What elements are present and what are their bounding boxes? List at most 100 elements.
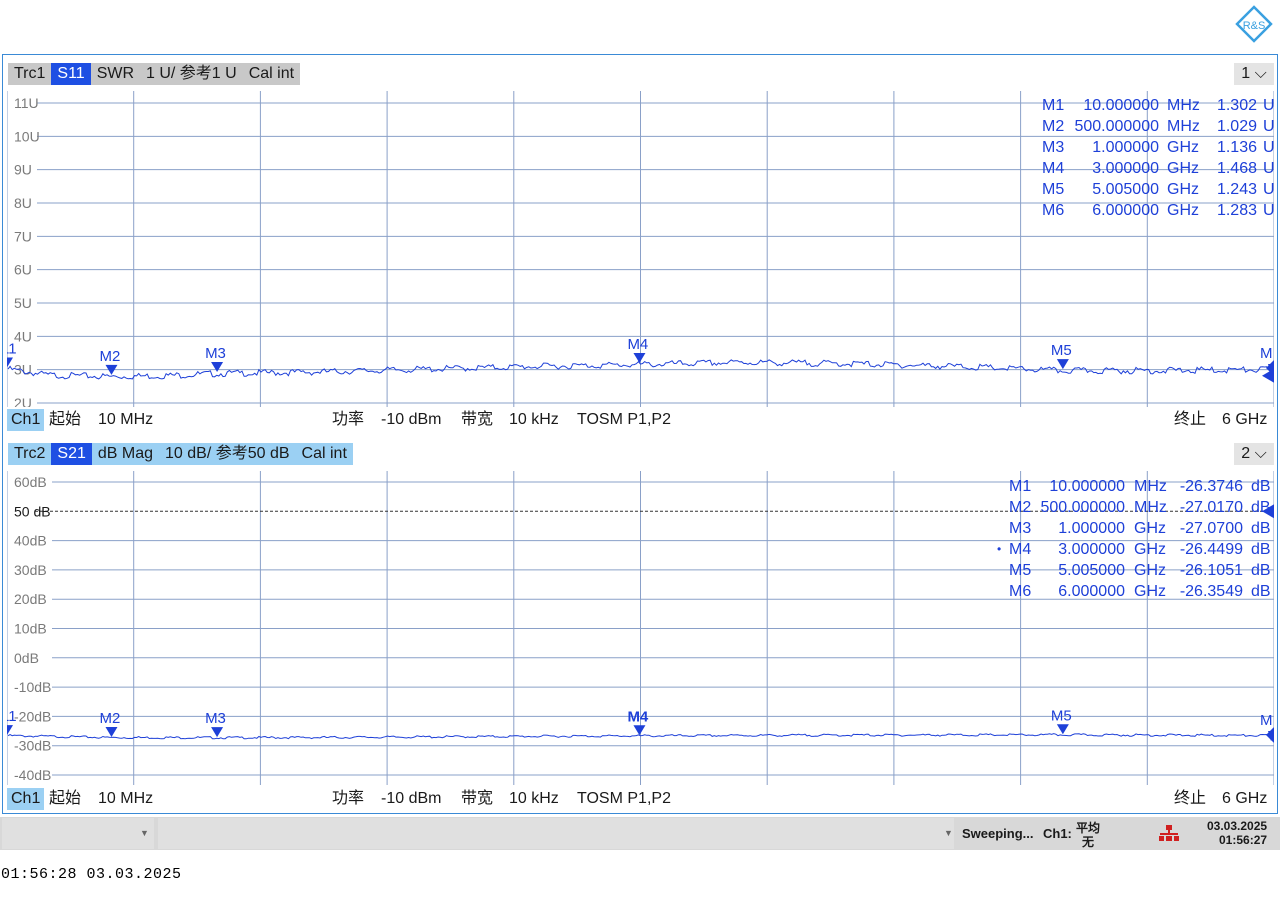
marker-label: 11	[7, 708, 17, 725]
channel-label[interactable]: Ch1	[7, 788, 45, 810]
start-label: 起始	[49, 790, 82, 807]
trace1-measurement[interactable]: S11	[51, 63, 91, 85]
power-label: 功率	[332, 411, 365, 428]
marker-row-m1[interactable]: M1 10.000000 MHz 1.302 U	[1036, 95, 1275, 116]
status-channel: Ch1:	[1043, 826, 1072, 841]
marker-value: 1.136	[1216, 139, 1257, 156]
status-field-1[interactable]: ▼	[2, 818, 154, 849]
marker-value: 1.029	[1216, 118, 1257, 135]
y-tick-label: 6U	[14, 262, 32, 278]
y-tick-label: 50 dB	[14, 503, 51, 519]
marker-vunit: dB	[1251, 562, 1271, 579]
window1-button[interactable]: 1 ⌵	[1234, 63, 1274, 85]
marker-stim: 500.000000	[1040, 499, 1125, 516]
chevron-down-icon: ⌵	[1250, 445, 1267, 462]
marker-vunit: U	[1263, 160, 1275, 177]
trace2-scale[interactable]: 10 dB/ 参考50 dB	[159, 443, 296, 465]
marker-row-m4[interactable]: M4 3.000000 GHz 1.468 U	[1036, 158, 1275, 179]
y-tick-label: 30dB	[14, 562, 47, 578]
marker-stim: 5.005000	[1058, 562, 1125, 579]
trace2-cal[interactable]: Cal int	[295, 443, 353, 465]
channel-label[interactable]: Ch1	[7, 409, 45, 431]
y-tick-label: 2U	[14, 395, 32, 407]
status-bar: ▼ ▼ Sweeping... Ch1: 平均 无 03.03.2025 01:…	[0, 817, 1280, 850]
marker-vunit: dB	[1251, 541, 1271, 558]
marker-value: 1.283	[1216, 202, 1257, 219]
trace2-info-bar[interactable]: Trc2 S21 dB Mag 10 dB/ 参考50 dB Cal int	[8, 443, 353, 465]
start-value[interactable]: 10 MHz	[98, 788, 153, 810]
trace2-measurement[interactable]: S21	[51, 443, 92, 465]
marker-vunit: U	[1263, 118, 1275, 135]
marker-label: M4	[627, 336, 648, 353]
marker-name: M6	[1009, 583, 1032, 600]
marker-row-m5[interactable]: M5 5.005000 GHz -26.1051 dB	[1003, 560, 1275, 581]
marker-value: 1.302	[1216, 97, 1257, 114]
marker-vunit: U	[1263, 202, 1275, 219]
marker-value: -27.0700	[1179, 520, 1243, 537]
marker-label: M2	[99, 348, 120, 365]
bandwidth-value[interactable]: 10 kHz	[509, 788, 559, 810]
marker-unit: MHz	[1167, 97, 1200, 114]
marker-vunit: U	[1263, 97, 1275, 114]
status-field-2[interactable]: ▼	[158, 818, 954, 849]
marker-row-m2[interactable]: M2 500.000000 MHz 1.029 U	[1036, 116, 1275, 137]
y-tick-label: -30dB	[14, 738, 51, 754]
y-tick-label: 7U	[14, 228, 32, 244]
calibration-type: TOSM P1,P2	[577, 411, 671, 428]
trace1-name[interactable]: Trc1	[8, 63, 52, 85]
marker-row-m2[interactable]: M2 500.000000 MHz -27.0170 dB	[1003, 497, 1275, 518]
stop-value[interactable]: 6 GHz	[1222, 409, 1267, 431]
channel1-info-row-1: Ch1 起始 10 MHz 功率 -10 dBm 带宽 10 kHz TOSM …	[7, 409, 1274, 431]
trace1-info-bar[interactable]: Trc1 S11 SWR 1 U/ 参考1 U Cal int	[8, 63, 301, 85]
calibration-type: TOSM P1,P2	[577, 790, 671, 807]
marker-triangle	[633, 725, 646, 736]
marker-m5: M5	[1051, 707, 1072, 735]
bandwidth-label: 带宽	[461, 790, 494, 807]
marker-m2: M2	[99, 348, 120, 375]
marker-vunit: dB	[1251, 520, 1271, 537]
trace1-marker-table: M1 10.000000 MHz 1.302 U M2 500.000000 MHz 1.029…	[1036, 95, 1275, 221]
marker-vunit: dB	[1251, 478, 1271, 495]
marker-unit: GHz	[1167, 202, 1199, 219]
marker-m2: M2	[99, 710, 120, 737]
start-value[interactable]: 10 MHz	[98, 409, 153, 431]
marker-row-m4[interactable]: M4 3.000000 GHz -26.4499 dB •	[997, 539, 1275, 560]
marker-name: M6	[1042, 202, 1065, 219]
y-tick-label: 9U	[14, 162, 32, 178]
sweep-status: Sweeping...	[962, 826, 1034, 841]
trace1-cal[interactable]: Cal int	[242, 63, 301, 85]
marker-name: M4	[1042, 160, 1065, 177]
network-icon	[1159, 825, 1179, 841]
marker-row-m1[interactable]: M1 10.000000 MHz -26.3746 dB	[1003, 476, 1275, 497]
marker-row-m3[interactable]: M3 1.000000 GHz -27.0700 dB	[1003, 518, 1275, 539]
marker-stim: 6.000000	[1058, 583, 1125, 600]
y-tick-label: 4U	[14, 328, 32, 344]
marker-value: -26.3746	[1179, 478, 1243, 495]
marker-row-m3[interactable]: M3 1.000000 GHz 1.136 U	[1036, 137, 1275, 158]
window2-button[interactable]: 2 ⌵	[1234, 443, 1274, 465]
marker-label: M5	[1051, 707, 1072, 724]
marker-unit: MHz	[1134, 478, 1167, 495]
marker-vunit: U	[1263, 139, 1275, 156]
marker-m6: M	[1260, 712, 1274, 744]
logo-text: R&S	[1243, 20, 1266, 32]
bandwidth-value[interactable]: 10 kHz	[509, 409, 559, 431]
y-tick-label: 10U	[14, 128, 40, 144]
marker-row-m5[interactable]: M5 5.005000 GHz 1.243 U	[1036, 179, 1275, 200]
y-tick-label: 11U	[14, 95, 39, 111]
power-value[interactable]: -10 dBm	[381, 409, 441, 431]
marker-unit: GHz	[1134, 583, 1166, 600]
marker-label: M5	[1051, 342, 1072, 359]
marker-stim: 1.000000	[1058, 520, 1125, 537]
marker-name: M5	[1009, 562, 1032, 579]
trace2-format[interactable]: dB Mag	[91, 443, 160, 465]
trace1-format[interactable]: SWR	[90, 63, 141, 85]
trace1-scale[interactable]: 1 U/ 参考1 U	[140, 63, 243, 85]
marker-row-m6[interactable]: M6 6.000000 GHz 1.283 U	[1036, 200, 1275, 221]
marker-row-m6[interactable]: M6 6.000000 GHz -26.3549 dB	[1003, 581, 1275, 602]
power-value[interactable]: -10 dBm	[381, 788, 441, 810]
stop-value[interactable]: 6 GHz	[1222, 788, 1267, 810]
marker-value: 1.243	[1216, 181, 1257, 198]
trace2-name[interactable]: Trc2	[8, 443, 52, 465]
marker-unit: GHz	[1134, 541, 1166, 558]
